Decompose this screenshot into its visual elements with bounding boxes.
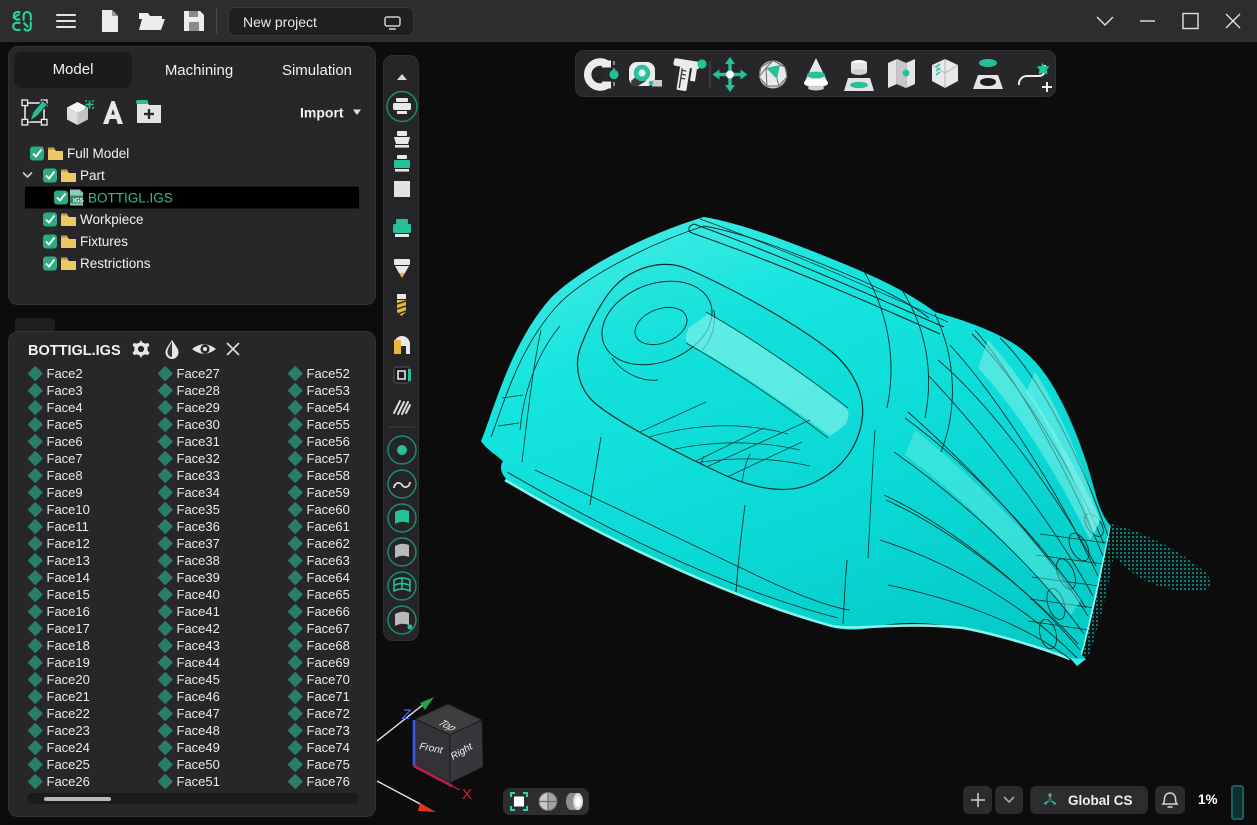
svg-text:X: X bbox=[462, 786, 472, 803]
svg-text:BOTTIGL.IGS: BOTTIGL.IGS bbox=[28, 343, 121, 359]
svg-text:Part: Part bbox=[80, 168, 105, 183]
svg-text:Restrictions: Restrictions bbox=[80, 256, 151, 271]
svg-text:IGS: IGS bbox=[73, 197, 84, 204]
svg-text:Full Model: Full Model bbox=[67, 146, 129, 161]
svg-text:Fixtures: Fixtures bbox=[80, 234, 128, 249]
svg-text:Import: Import bbox=[300, 105, 344, 121]
svg-text:BOTTIGL.IGS: BOTTIGL.IGS bbox=[88, 191, 173, 206]
svg-text:Workpiece: Workpiece bbox=[80, 212, 144, 227]
